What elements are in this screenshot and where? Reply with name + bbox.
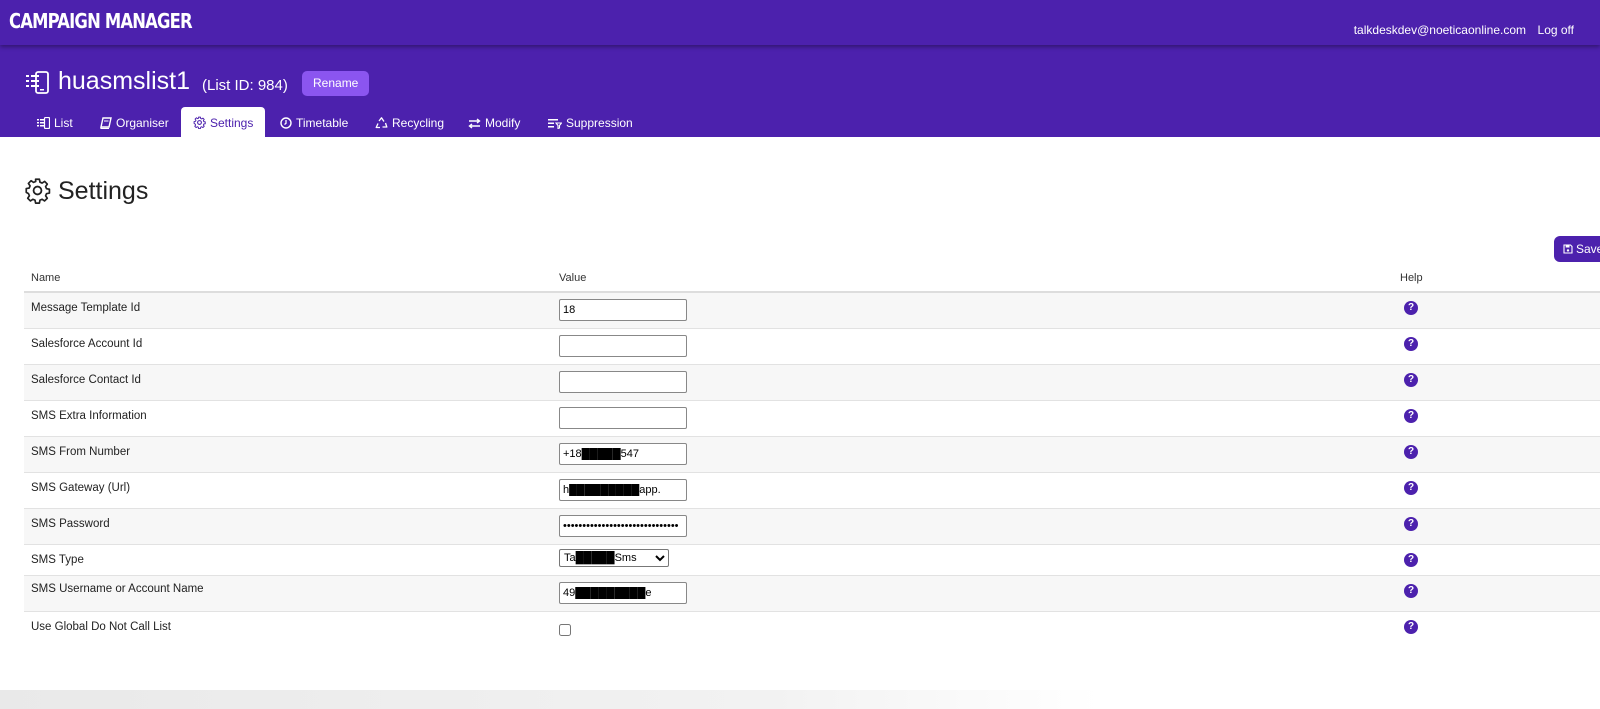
tab-list-label: List	[54, 116, 73, 130]
save-button[interactable]: Save	[1554, 236, 1600, 262]
help-icon[interactable]: ?	[1404, 445, 1418, 459]
table-row: SMS Extra Information ?	[24, 401, 1600, 437]
global-dnc-checkbox[interactable]	[559, 624, 571, 636]
salesforce-account-id-input[interactable]	[559, 335, 687, 357]
settings-table: Name Value Help Message Template Id ? Sa…	[24, 265, 1600, 648]
table-row: Salesforce Account Id ?	[24, 329, 1600, 365]
help-icon[interactable]: ?	[1404, 409, 1418, 423]
setting-name: Salesforce Account Id	[31, 338, 143, 350]
column-header-value: Value	[559, 272, 587, 284]
user-email: talkdeskdev@noeticaonline.com	[1353, 23, 1526, 37]
setting-name: SMS Gateway (Url)	[31, 482, 131, 494]
tab-modify[interactable]: Modify	[468, 107, 520, 137]
sms-type-select[interactable]: Ta█████Sms	[559, 549, 669, 567]
arrows-icon	[468, 118, 481, 129]
list-icon	[37, 116, 51, 130]
tab-settings-label: Settings	[210, 116, 254, 130]
setting-name: SMS Password	[31, 518, 110, 530]
list-id: (List ID: 984)	[202, 77, 288, 94]
tab-organiser[interactable]: Organiser	[100, 107, 169, 137]
sms-username-input[interactable]	[559, 582, 687, 604]
top-navbar: CAMPAIGN MANAGER talkdeskdev@noeticaonli…	[0, 0, 1600, 45]
tab-suppression-label: Suppression	[566, 116, 633, 130]
setting-name: SMS Type	[31, 554, 84, 566]
setting-name: Salesforce Contact Id	[31, 374, 141, 386]
tab-modify-label: Modify	[485, 116, 521, 130]
table-row: Use Global Do Not Call List ?	[24, 612, 1600, 648]
help-icon[interactable]: ?	[1404, 301, 1418, 315]
setting-name: Use Global Do Not Call List	[31, 621, 171, 633]
setting-name: Message Template Id	[31, 302, 141, 314]
setting-name: SMS Extra Information	[31, 410, 147, 422]
setting-name: SMS From Number	[31, 446, 131, 458]
help-icon[interactable]: ?	[1404, 337, 1418, 351]
sms-from-number-input[interactable]	[559, 443, 687, 465]
tab-recycling-label: Recycling	[392, 116, 445, 130]
table-header: Name Value Help	[24, 265, 1600, 293]
recycle-icon	[375, 117, 388, 129]
table-row: Salesforce Contact Id ?	[24, 365, 1600, 401]
message-template-id-input[interactable]	[559, 299, 687, 321]
floppy-disk-icon	[1563, 244, 1573, 254]
setting-name: SMS Username or Account Name	[31, 583, 204, 595]
help-icon[interactable]: ?	[1404, 553, 1418, 567]
help-icon[interactable]: ?	[1404, 517, 1418, 531]
tab-list[interactable]: List	[37, 107, 73, 137]
tab-suppression[interactable]: Suppression	[548, 107, 633, 137]
rename-button[interactable]: Rename	[302, 71, 370, 96]
list-name: huasmslist1	[58, 67, 190, 95]
sms-gateway-url-input[interactable]	[559, 479, 687, 501]
table-row: SMS Type Ta█████Sms ?	[24, 545, 1600, 576]
app-title[interactable]: CAMPAIGN MANAGER	[9, 9, 193, 33]
help-icon[interactable]: ?	[1404, 481, 1418, 495]
help-icon[interactable]: ?	[1404, 620, 1418, 634]
gear-icon	[193, 116, 206, 130]
table-row: SMS Gateway (Url) ?	[24, 473, 1600, 509]
tab-timetable[interactable]: Timetable	[280, 107, 348, 137]
table-row: Message Template Id ?	[24, 293, 1600, 329]
list-phone-icon	[26, 71, 49, 94]
save-button-label: Save	[1576, 242, 1600, 256]
page-title: Settings	[24, 177, 148, 206]
column-header-help: Help	[1400, 272, 1423, 284]
tab-timetable-label: Timetable	[296, 116, 349, 130]
tab-recycling[interactable]: Recycling	[375, 107, 444, 137]
filter-list-icon	[548, 119, 563, 130]
tab-organiser-label: Organiser	[116, 116, 169, 130]
table-row: SMS Password ?	[24, 509, 1600, 545]
help-icon[interactable]: ?	[1404, 373, 1418, 387]
footer-shadow	[0, 690, 1100, 709]
gear-icon	[25, 178, 51, 204]
page-title-text: Settings	[58, 177, 149, 205]
column-header-name: Name	[31, 272, 61, 284]
tab-settings[interactable]: Settings	[181, 107, 266, 137]
sms-password-input[interactable]	[559, 515, 687, 537]
table-row: SMS Username or Account Name ?	[24, 576, 1600, 612]
clock-icon	[280, 117, 292, 129]
table-row: SMS From Number ?	[24, 437, 1600, 473]
help-icon[interactable]: ?	[1404, 584, 1418, 598]
sms-extra-information-input[interactable]	[559, 407, 687, 429]
book-icon	[100, 117, 112, 130]
salesforce-contact-id-input[interactable]	[559, 371, 687, 393]
logoff-link[interactable]: Log off	[1538, 23, 1574, 37]
